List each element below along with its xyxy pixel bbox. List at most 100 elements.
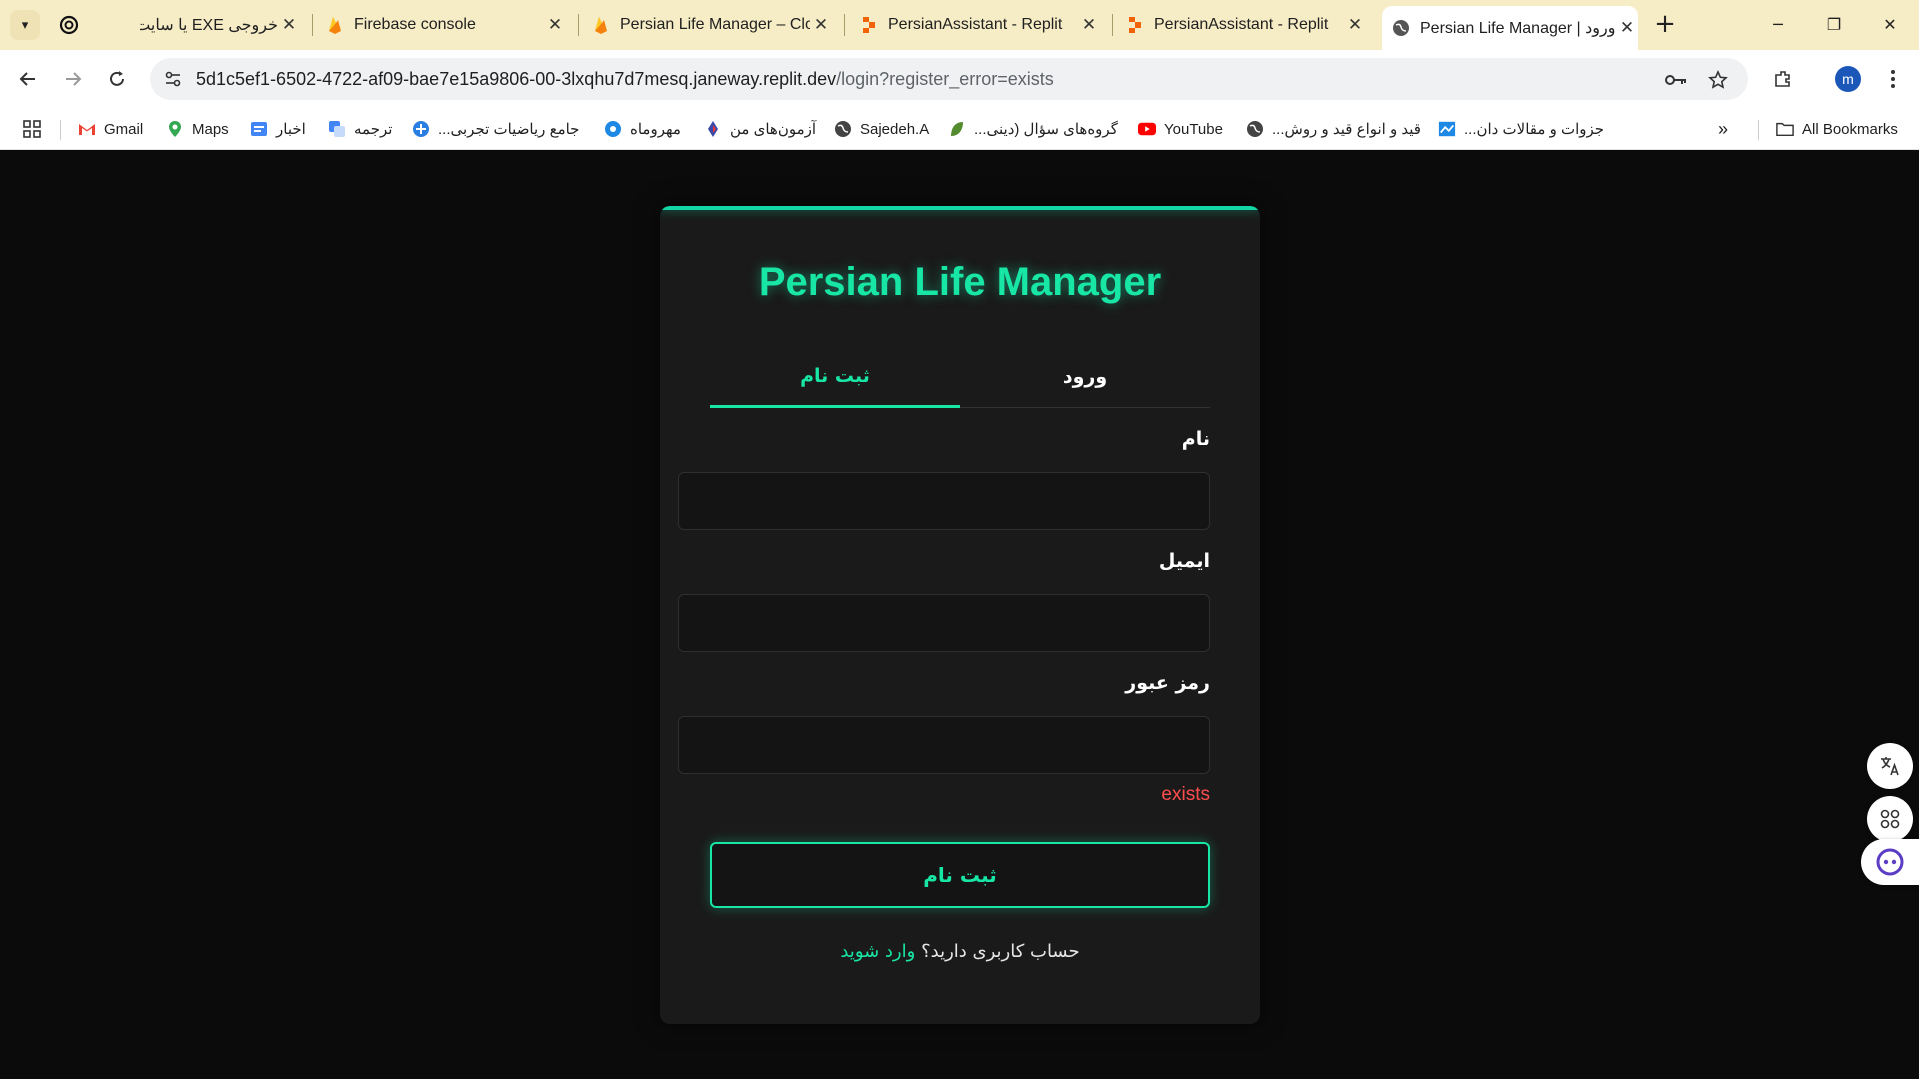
bookmark-label: مهروماه: [630, 121, 681, 138]
restore-button[interactable]: ❐: [1806, 6, 1862, 42]
bookmark-label: ترجمه: [354, 121, 393, 138]
address-bar[interactable]: 5d1c5ef1-6502-4722-af09-bae7e15a9806-00-…: [150, 58, 1748, 100]
password-field[interactable]: [678, 716, 1210, 774]
url-text[interactable]: 5d1c5ef1-6502-4722-af09-bae7e15a9806-00-…: [196, 69, 1054, 90]
tab-title: Firebase console: [354, 16, 476, 33]
tab-register[interactable]: ثبت نام: [710, 346, 960, 408]
forward-button[interactable]: [58, 64, 88, 94]
name-field[interactable]: [678, 472, 1210, 530]
site-icon: [412, 120, 430, 138]
chevron-down-icon: ▾: [21, 17, 29, 33]
tab-title: Persian Life Manager | ورود: [1420, 20, 1616, 37]
translate-widget-icon[interactable]: [1867, 743, 1913, 789]
maps-icon: [166, 120, 184, 138]
translate-icon: [328, 120, 346, 138]
page-background: Persian Life Manager ثبت نام ورود نام ای…: [0, 151, 1919, 1079]
bookmark-label: All Bookmarks: [1802, 120, 1898, 138]
arrow-right-icon: [66, 72, 82, 86]
bookmark-question-groups[interactable]: گروه‌های سؤال (دینی...: [948, 116, 1118, 142]
bookmark-youtube[interactable]: YouTube: [1138, 116, 1223, 142]
firebase-icon: [592, 16, 610, 34]
youtube-icon: [1138, 120, 1156, 138]
tab-title: PersianAssistant - Replit: [1154, 16, 1329, 33]
more-menu-icon[interactable]: [1878, 64, 1908, 94]
url-path: /login?register_error=exists: [836, 69, 1054, 89]
login-prompt-text: حساب کاربری دارید؟: [921, 941, 1080, 962]
tab-persianassistant-replit[interactable]: PersianAssistant - Replit ✕: [860, 8, 1100, 42]
tab-chatgpt[interactable]: خروجی EXE یا سایت ✕: [140, 8, 300, 42]
bookmark-maps[interactable]: Maps: [166, 116, 229, 142]
close-icon[interactable]: ✕: [1344, 15, 1366, 35]
auth-card: Persian Life Manager ثبت نام ورود نام ای…: [660, 206, 1260, 1024]
bookmark-translate[interactable]: ترجمه: [328, 116, 392, 142]
firebase-icon: [326, 16, 344, 34]
key-icon[interactable]: [1664, 68, 1688, 92]
bookmark-label: Sajedeh.A: [860, 120, 930, 138]
bookmark-mehromah[interactable]: مهروماه: [604, 116, 681, 142]
register-submit-button[interactable]: ثبت نام: [710, 842, 1210, 908]
close-icon[interactable]: ✕: [1616, 18, 1638, 38]
arrow-left-icon: [19, 72, 35, 86]
globe-icon: [834, 120, 852, 138]
app-title: Persian Life Manager: [758, 260, 1162, 304]
bookmark-pamphlets[interactable]: جزوات و مقالات دان...: [1438, 116, 1604, 142]
tab-login[interactable]: ورود: [960, 346, 1210, 408]
site-icon: [604, 120, 622, 138]
minimize-button[interactable]: ─: [1750, 6, 1806, 42]
reload-button[interactable]: [102, 64, 132, 94]
close-icon[interactable]: ✕: [544, 15, 566, 35]
bookmark-label: اخبار: [276, 121, 306, 138]
login-prompt: حساب کاربری دارید؟ وارد شوید: [660, 941, 1260, 962]
email-label: ایمیل: [1158, 550, 1210, 572]
bookmark-gmail[interactable]: Gmail: [78, 116, 143, 142]
tab-firebase-console[interactable]: Firebase console ✕: [326, 8, 566, 42]
tab-strip: ▾ خروجی EXE یا سایت ✕ Firebase console ✕…: [0, 0, 1919, 50]
tab-active-login[interactable]: Persian Life Manager | ورود ✕: [1382, 6, 1638, 50]
bookmark-label: آزمون‌های من: [730, 121, 817, 138]
email-field[interactable]: [678, 594, 1210, 652]
tab-title: خروجی EXE یا سایت: [140, 17, 278, 34]
auth-tabs: ثبت نام ورود: [710, 346, 1210, 408]
apps-icon[interactable]: [22, 116, 42, 142]
profile-button[interactable]: m: [1833, 64, 1863, 94]
assistant-widget-icon[interactable]: [1861, 839, 1919, 885]
all-bookmarks-button[interactable]: All Bookmarks: [1776, 116, 1898, 142]
bookmarks-bar: Gmail Maps اخبار ترجمه جامع ریاضیات تجرب…: [0, 108, 1919, 150]
error-message: exists: [1161, 784, 1210, 805]
close-icon[interactable]: ✕: [278, 15, 300, 35]
globe-icon: [1246, 120, 1264, 138]
site-settings-icon[interactable]: [162, 68, 184, 90]
new-tab-button[interactable]: +: [1650, 10, 1680, 40]
tab-persian-life-manager-cloud[interactable]: Persian Life Manager – Clo ✕: [592, 8, 832, 42]
reload-icon: [110, 71, 124, 86]
back-button[interactable]: [13, 64, 43, 94]
browser-toolbar: 5d1c5ef1-6502-4722-af09-bae7e15a9806-00-…: [0, 50, 1919, 108]
bookmark-label: جزوات و مقالات دان...: [1464, 121, 1605, 138]
avatar: m: [1835, 66, 1861, 92]
url-host: 5d1c5ef1-6502-4722-af09-bae7e15a9806-00-…: [196, 69, 837, 89]
command-widget-icon[interactable]: [1867, 796, 1913, 842]
bookmark-label: جامع ریاضیات تجربی...: [438, 121, 580, 138]
bookmark-my-exams[interactable]: آزمون‌های من: [704, 116, 816, 142]
close-icon[interactable]: ✕: [810, 15, 832, 35]
tab-persianassistant-replit-2[interactable]: PersianAssistant - Replit ✕: [1126, 8, 1366, 42]
close-window-button[interactable]: ✕: [1862, 6, 1918, 42]
bookmark-label: YouTube: [1164, 120, 1223, 138]
bookmark-sajedeh[interactable]: Sajedeh.A: [834, 116, 929, 142]
password-label: رمز عبور: [1125, 672, 1210, 694]
site-icon: [704, 120, 722, 138]
bookmark-star-icon[interactable]: [1706, 68, 1730, 92]
bookmark-adverbs[interactable]: قید و انواع قید و روش...: [1246, 116, 1421, 142]
bookmarks-overflow-button[interactable]: »: [1718, 116, 1728, 142]
double-chevron-right-icon: »: [1718, 118, 1729, 139]
replit-icon: [860, 16, 878, 34]
bookmark-math[interactable]: جامع ریاضیات تجربی...: [412, 116, 579, 142]
login-link[interactable]: وارد شوید: [840, 941, 915, 962]
tab-search-button[interactable]: ▾: [10, 10, 40, 40]
bookmark-label: گروه‌های سؤال (دینی...: [974, 121, 1118, 138]
bookmark-news[interactable]: اخبار: [250, 116, 306, 142]
close-icon[interactable]: ✕: [1078, 15, 1100, 35]
bookmark-label: قید و انواع قید و روش...: [1272, 121, 1421, 138]
extensions-icon[interactable]: [1768, 64, 1798, 94]
bookmark-label: Maps: [192, 120, 229, 138]
